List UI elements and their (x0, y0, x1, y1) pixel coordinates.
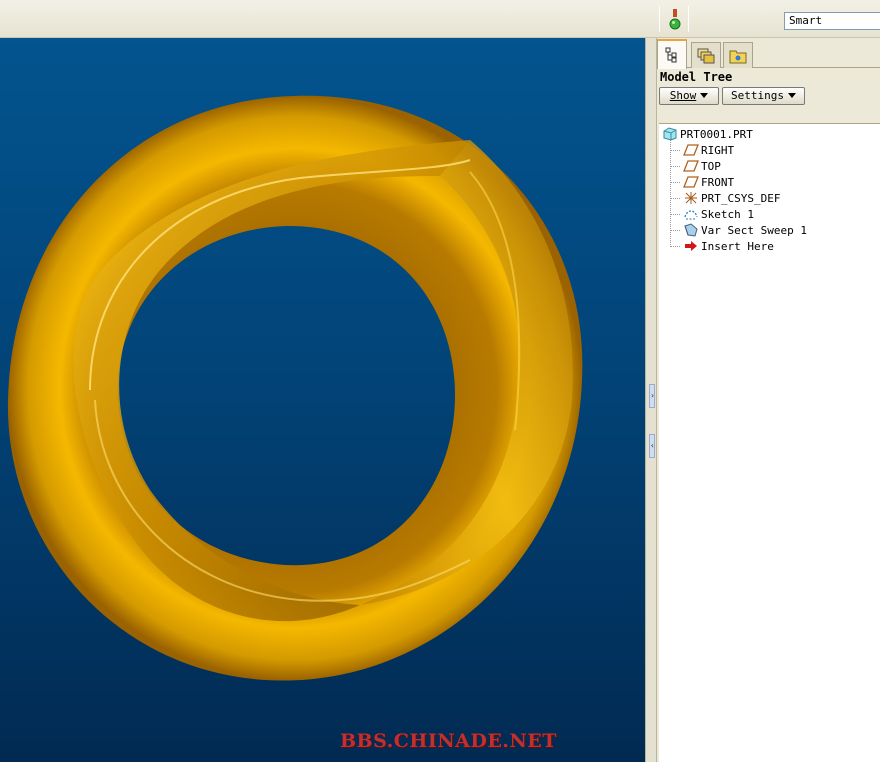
model-tree-tab[interactable] (657, 39, 687, 69)
tree-item-sweep[interactable]: Var Sect Sweep 1 (670, 222, 807, 238)
settings-button[interactable]: Settings (722, 87, 805, 105)
show-button[interactable]: Show (659, 87, 719, 105)
datum-plane-icon (683, 144, 699, 156)
model-tree[interactable]: PRT0001.PRT RIGHT TOP FRONT PRT_CSYS_DEF… (659, 123, 880, 762)
collapse-left-arrow-icon[interactable]: ‹ (649, 434, 655, 458)
tree-root[interactable]: PRT0001.PRT (662, 126, 753, 142)
coordinate-system-icon (685, 192, 697, 204)
model-tree-icon (665, 47, 677, 63)
folder-browser-tab[interactable] (723, 42, 753, 68)
dropdown-arrow-icon (787, 93, 796, 98)
tree-item-label: RIGHT (701, 143, 735, 157)
tree-item-label: PRT_CSYS_DEF (701, 191, 781, 205)
datum-plane-icon (683, 176, 699, 188)
tree-item-sketch[interactable]: Sketch 1 (670, 206, 754, 222)
toolbar-separator (688, 6, 689, 32)
toolbar-separator (659, 6, 660, 32)
dropdown-arrow-icon (700, 93, 709, 98)
collapse-right-arrow-icon[interactable]: › (649, 384, 655, 408)
tree-item-insert-here[interactable]: Insert Here (670, 238, 774, 254)
show-button-label: Show (669, 89, 697, 102)
mobius-ring-model (7, 95, 583, 681)
datum-plane-icon (683, 160, 699, 172)
settings-button-label: Settings (731, 89, 784, 102)
tree-item-label: Var Sect Sweep 1 (701, 223, 807, 237)
watermark-text: BBS.CHINADE.NET (340, 730, 557, 752)
navigator-tabs (657, 38, 880, 69)
tree-item-right[interactable]: RIGHT (670, 142, 734, 158)
navigator-panel: Model Tree Show Settings PRT0001.PRT RIG… (657, 38, 880, 762)
tree-item-label: FRONT (701, 175, 735, 189)
layers-tab[interactable] (691, 42, 721, 68)
sweep-feature-icon (684, 223, 698, 237)
regeneration-status-icon[interactable] (668, 9, 682, 31)
part-icon (663, 127, 677, 141)
folder-icon (729, 50, 747, 63)
panel-title: Model Tree (660, 70, 733, 84)
top-toolbar: Smart (0, 0, 880, 38)
tree-item-front[interactable]: FRONT (670, 174, 734, 190)
selection-filter-dropdown[interactable]: Smart (784, 12, 880, 30)
tree-item-label: Sketch 1 (701, 207, 754, 221)
tree-item-label: Insert Here (701, 239, 774, 253)
tree-root-label: PRT0001.PRT (680, 127, 753, 141)
sketch-icon (684, 210, 698, 220)
graphics-viewport[interactable]: BBS.CHINADE.NET (0, 38, 645, 762)
tree-item-csys[interactable]: PRT_CSYS_DEF (670, 190, 780, 206)
insert-arrow-icon (685, 241, 697, 251)
layers-icon (697, 48, 715, 63)
panel-splitter[interactable]: › ‹ (645, 38, 657, 762)
tree-item-label: TOP (701, 159, 721, 173)
tree-item-top[interactable]: TOP (670, 158, 721, 174)
